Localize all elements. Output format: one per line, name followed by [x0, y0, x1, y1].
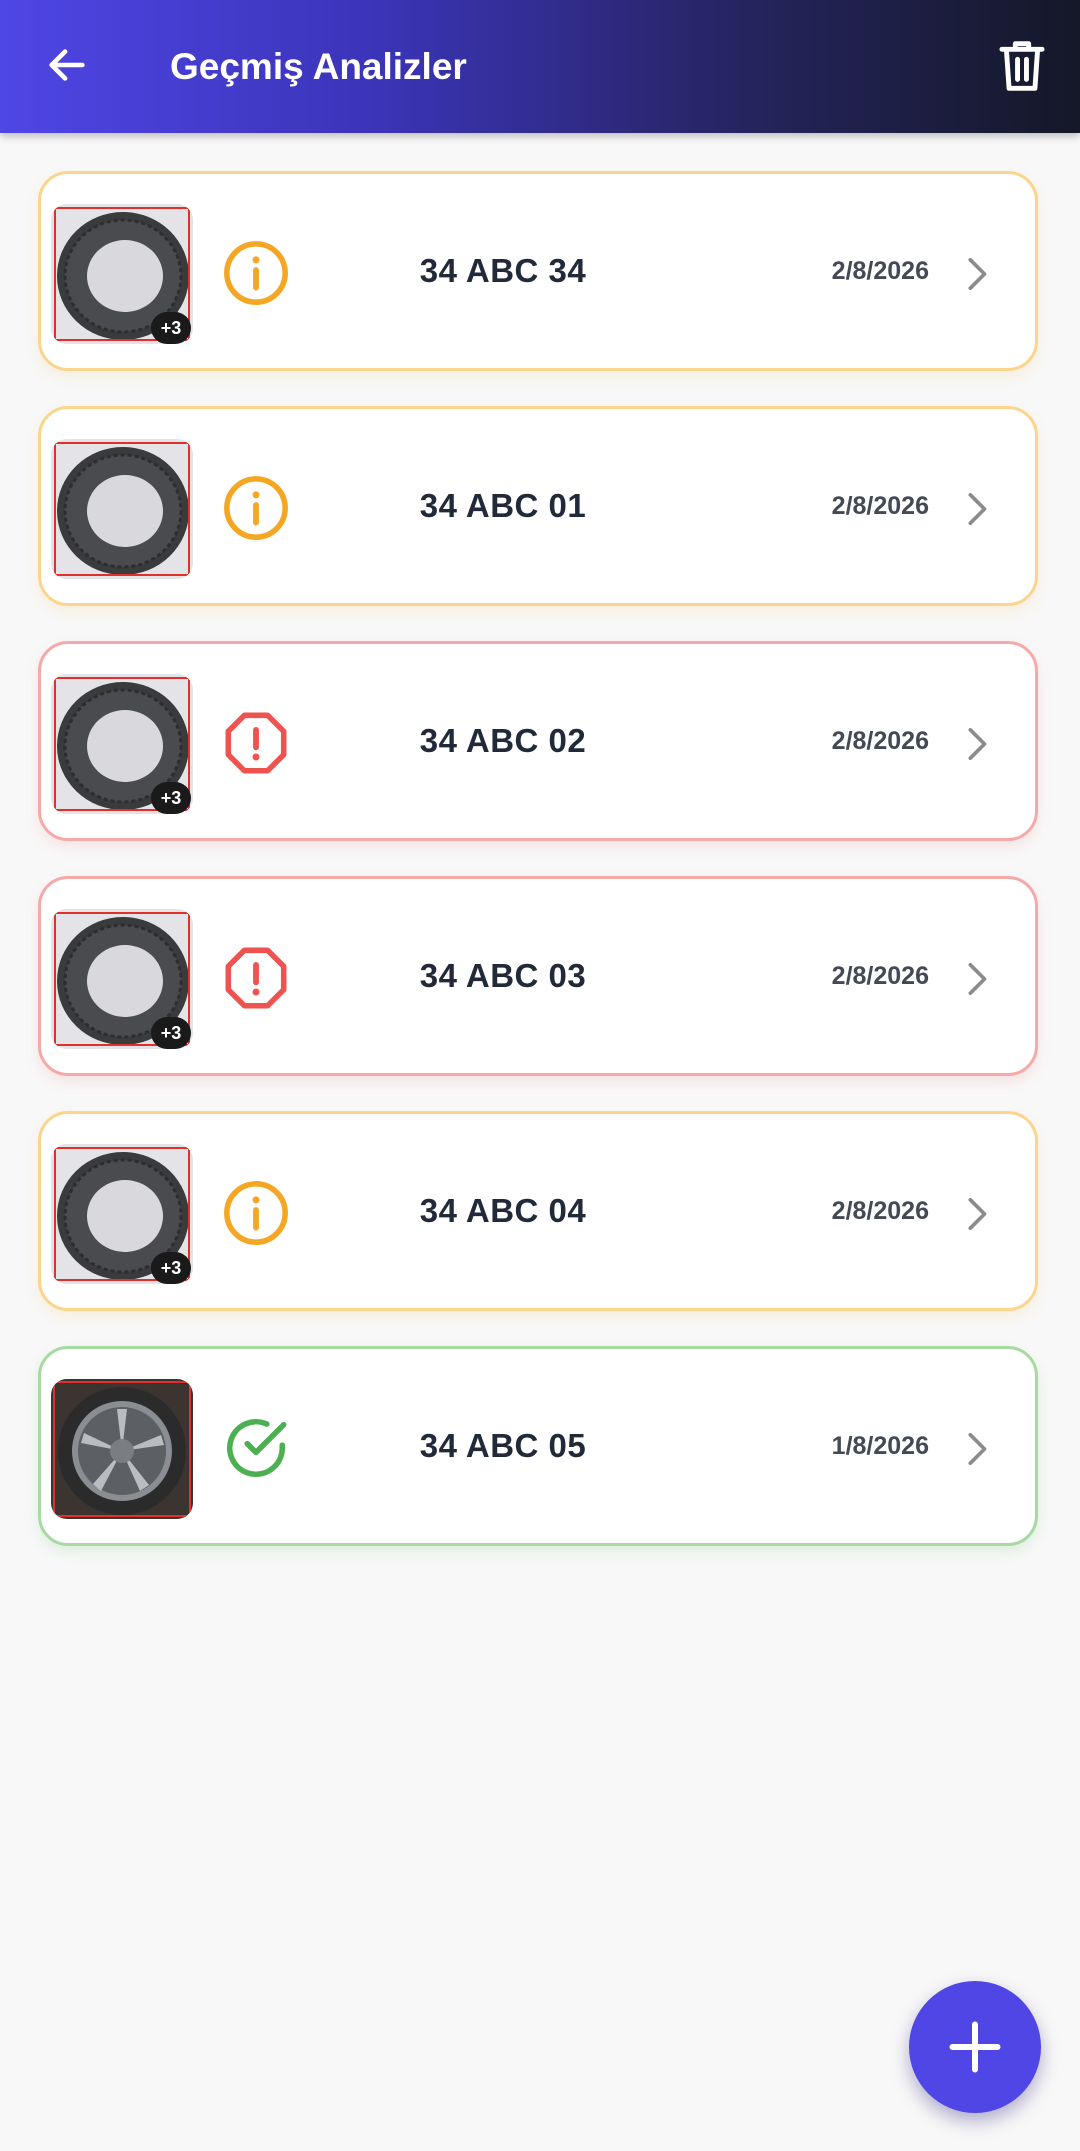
analysis-card[interactable]: 34 ABC 01 2/8/2026 [38, 406, 1038, 606]
delete-all-button[interactable] [988, 32, 1056, 100]
analysis-date: 2/8/2026 [831, 726, 929, 755]
alert-octagon-icon [221, 708, 291, 778]
analysis-card[interactable]: +3 34 ABC 03 2/8/2026 [38, 876, 1038, 1076]
chevron-right-icon [968, 1432, 987, 1466]
page-title: Geçmiş Analizler [170, 45, 467, 87]
plate-number: 34 ABC 04 [419, 1192, 587, 1229]
analysis-date: 2/8/2026 [831, 1196, 929, 1225]
info-circle-icon [221, 238, 291, 308]
alert-octagon-icon [221, 943, 291, 1013]
app-bar: Geçmiş Analizler [0, 0, 1080, 133]
chevron-right-icon [968, 727, 987, 761]
analysis-card[interactable]: 34 ABC 05 1/8/2026 [38, 1346, 1038, 1546]
analysis-card[interactable]: +3 34 ABC 02 2/8/2026 [38, 641, 1038, 841]
extra-images-badge: +3 [151, 312, 191, 344]
info-circle-icon [221, 473, 291, 543]
info-circle-icon [221, 1178, 291, 1248]
analysis-card[interactable]: +3 34 ABC 34 2/8/2026 [38, 171, 1038, 371]
plate-number: 34 ABC 03 [419, 957, 587, 994]
back-button[interactable] [36, 34, 98, 96]
tire-thumbnail [51, 439, 193, 579]
extra-images-badge: +3 [151, 782, 191, 814]
plate-number: 34 ABC 01 [419, 487, 587, 524]
chevron-right-icon [968, 492, 987, 526]
trash-icon [999, 41, 1045, 91]
analysis-date: 1/8/2026 [831, 1431, 929, 1460]
chevron-right-icon [968, 962, 987, 996]
analysis-card[interactable]: +3 34 ABC 04 2/8/2026 [38, 1111, 1038, 1311]
analysis-date: 2/8/2026 [831, 491, 929, 520]
plate-number: 34 ABC 34 [419, 252, 587, 289]
analysis-date: 2/8/2026 [831, 961, 929, 990]
plus-icon [949, 2021, 1001, 2073]
arrow-left-icon [49, 49, 85, 81]
chevron-right-icon [968, 1197, 987, 1231]
extra-images-badge: +3 [151, 1017, 191, 1049]
chevron-right-icon [968, 257, 987, 291]
plate-number: 34 ABC 02 [419, 722, 587, 759]
check-circle-icon [221, 1413, 291, 1483]
analysis-list: +3 34 ABC 34 2/8/2026 34 ABC 01 2/8/2026… [38, 171, 1042, 1581]
plate-number: 34 ABC 05 [419, 1427, 587, 1464]
extra-images-badge: +3 [151, 1252, 191, 1284]
analysis-date: 2/8/2026 [831, 256, 929, 285]
new-analysis-button[interactable] [909, 1981, 1041, 2113]
tire-thumbnail [51, 1379, 193, 1519]
